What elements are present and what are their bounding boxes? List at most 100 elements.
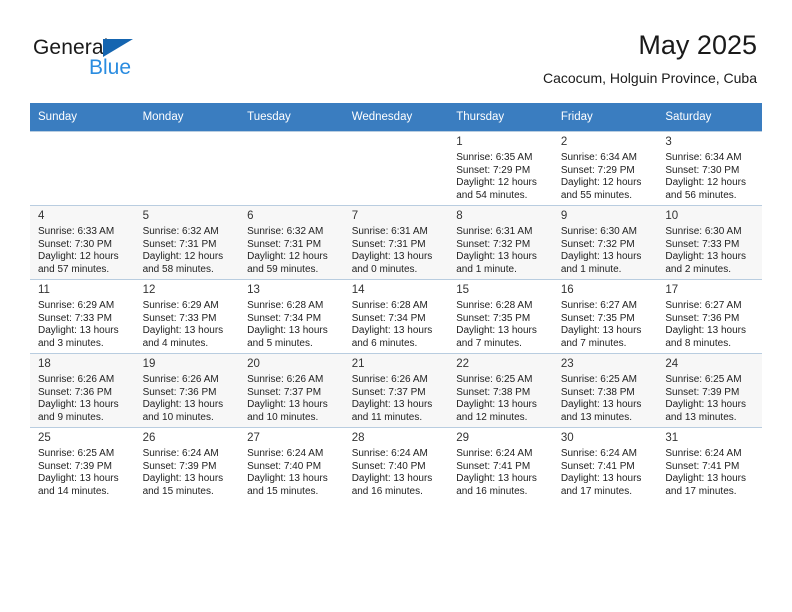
general-blue-logo[interactable]: General Blue (33, 36, 213, 92)
day-number: 9 (560, 210, 568, 222)
day-number: 28 (351, 432, 365, 444)
calendar-day-empty (134, 131, 240, 205)
calendar-cell: 1 Sunrise: 6:35 AM Sunset: 7:29 PM Daylig… (448, 131, 553, 205)
page-subtitle: Cacocum, Holguin Province, Cuba (543, 70, 757, 86)
calendar-day-empty (239, 131, 344, 205)
calendar-cell: 14 Sunrise: 6:28 AM Sunset: 7:34 PM Dayli… (343, 279, 449, 353)
calendar-day[interactable]: 23 Sunrise: 6:25 AM Sunset: 7:38 PM Dayli… (552, 353, 658, 427)
calendar-day[interactable]: 9 Sunrise: 6:30 AM Sunset: 7:32 PM Daylig… (552, 205, 658, 279)
calendar-cell: 20 Sunrise: 6:26 AM Sunset: 7:37 PM Dayli… (239, 353, 344, 427)
day-sun-info: Sunrise: 6:31 AM Sunset: 7:31 PM Dayligh… (351, 226, 433, 275)
day-sun-info: Sunrise: 6:28 AM Sunset: 7:34 PM Dayligh… (247, 300, 328, 349)
calendar-cell: 29 Sunrise: 6:24 AM Sunset: 7:41 PM Dayli… (448, 427, 553, 501)
calendar-day[interactable]: 27 Sunrise: 6:24 AM Sunset: 7:40 PM Dayli… (239, 427, 344, 501)
day-sun-info: Sunrise: 6:28 AM Sunset: 7:35 PM Dayligh… (456, 300, 537, 349)
calendar-day[interactable]: 5 Sunrise: 6:32 AM Sunset: 7:31 PM Daylig… (134, 205, 240, 279)
calendar-cell (134, 131, 240, 205)
calendar-day[interactable]: 4 Sunrise: 6:33 AM Sunset: 7:30 PM Daylig… (30, 205, 135, 279)
day-sun-info: Sunrise: 6:32 AM Sunset: 7:31 PM Dayligh… (142, 226, 224, 275)
calendar-day[interactable]: 24 Sunrise: 6:25 AM Sunset: 7:39 PM Dayli… (657, 353, 762, 427)
calendar-day[interactable]: 6 Sunrise: 6:32 AM Sunset: 7:31 PM Daylig… (239, 205, 344, 279)
calendar-day[interactable]: 1 Sunrise: 6:35 AM Sunset: 7:29 PM Daylig… (448, 131, 553, 205)
calendar-day[interactable]: 11 Sunrise: 6:29 AM Sunset: 7:33 PM Dayli… (30, 279, 135, 353)
calendar-day[interactable]: 10 Sunrise: 6:30 AM Sunset: 7:33 PM Dayli… (657, 205, 762, 279)
day-sun-info: Sunrise: 6:32 AM Sunset: 7:31 PM Dayligh… (247, 226, 328, 275)
calendar-week-row: 18 Sunrise: 6:26 AM Sunset: 7:36 PM Dayli… (30, 353, 762, 427)
day-sun-info: Sunrise: 6:27 AM Sunset: 7:36 PM Dayligh… (665, 300, 746, 349)
calendar-day[interactable]: 22 Sunrise: 6:25 AM Sunset: 7:38 PM Dayli… (448, 353, 553, 427)
calendar-day[interactable]: 31 Sunrise: 6:24 AM Sunset: 7:41 PM Dayli… (657, 427, 762, 501)
calendar-cell: 23 Sunrise: 6:25 AM Sunset: 7:38 PM Dayli… (552, 353, 658, 427)
day-number: 10 (665, 210, 679, 222)
day-number: 8 (456, 210, 463, 222)
calendar-cell: 27 Sunrise: 6:24 AM Sunset: 7:40 PM Dayli… (239, 427, 344, 501)
calendar-day[interactable]: 15 Sunrise: 6:28 AM Sunset: 7:35 PM Dayli… (448, 279, 553, 353)
day-number: 14 (351, 284, 365, 296)
day-number: 4 (38, 210, 45, 222)
day-number: 7 (351, 210, 359, 222)
calendar-week-row: 25 Sunrise: 6:25 AM Sunset: 7:39 PM Dayli… (30, 427, 762, 501)
day-number: 1 (456, 136, 463, 148)
weekday-header-tuesday: Tuesday (239, 103, 344, 131)
calendar-day-empty (30, 131, 135, 205)
day-number: 25 (38, 432, 51, 444)
calendar-day[interactable]: 17 Sunrise: 6:27 AM Sunset: 7:36 PM Dayli… (657, 279, 762, 353)
calendar-cell: 12 Sunrise: 6:29 AM Sunset: 7:33 PM Dayli… (134, 279, 240, 353)
calendar-cell: 26 Sunrise: 6:24 AM Sunset: 7:39 PM Dayli… (134, 427, 240, 501)
calendar-cell: 31 Sunrise: 6:24 AM Sunset: 7:41 PM Dayli… (657, 427, 762, 501)
logo-triangle-icon (103, 39, 133, 57)
calendar-day[interactable]: 8 Sunrise: 6:31 AM Sunset: 7:32 PM Daylig… (448, 205, 553, 279)
weekday-header-thursday: Thursday (448, 103, 553, 131)
day-number: 29 (456, 432, 470, 444)
calendar-day[interactable]: 26 Sunrise: 6:24 AM Sunset: 7:39 PM Dayli… (134, 427, 240, 501)
day-sun-info: Sunrise: 6:34 AM Sunset: 7:29 PM Dayligh… (560, 152, 642, 201)
calendar-day[interactable]: 30 Sunrise: 6:24 AM Sunset: 7:41 PM Dayli… (552, 427, 658, 501)
calendar-cell: 18 Sunrise: 6:26 AM Sunset: 7:36 PM Dayli… (30, 353, 135, 427)
day-number: 22 (456, 358, 470, 370)
weekday-header-sunday: Sunday (30, 103, 135, 131)
day-sun-info: Sunrise: 6:24 AM Sunset: 7:41 PM Dayligh… (665, 448, 746, 497)
calendar-cell: 10 Sunrise: 6:30 AM Sunset: 7:33 PM Dayli… (657, 205, 762, 279)
page-title: May 2025 (638, 30, 757, 60)
day-number: 3 (665, 136, 672, 148)
calendar-day[interactable]: 18 Sunrise: 6:26 AM Sunset: 7:36 PM Dayli… (30, 353, 135, 427)
day-sun-info: Sunrise: 6:28 AM Sunset: 7:34 PM Dayligh… (351, 300, 433, 349)
calendar-cell (239, 131, 344, 205)
calendar-day-empty (343, 131, 449, 205)
calendar-cell: 15 Sunrise: 6:28 AM Sunset: 7:35 PM Dayli… (448, 279, 553, 353)
calendar-day[interactable]: 19 Sunrise: 6:26 AM Sunset: 7:36 PM Dayli… (134, 353, 240, 427)
calendar-cell: 4 Sunrise: 6:33 AM Sunset: 7:30 PM Daylig… (30, 205, 135, 279)
calendar-day[interactable]: 16 Sunrise: 6:27 AM Sunset: 7:35 PM Dayli… (552, 279, 658, 353)
day-number: 6 (247, 210, 254, 222)
calendar-day[interactable]: 20 Sunrise: 6:26 AM Sunset: 7:37 PM Dayli… (239, 353, 344, 427)
calendar-day[interactable]: 13 Sunrise: 6:28 AM Sunset: 7:34 PM Dayli… (239, 279, 344, 353)
calendar-week-row: 11 Sunrise: 6:29 AM Sunset: 7:33 PM Dayli… (30, 279, 762, 353)
calendar-cell: 25 Sunrise: 6:25 AM Sunset: 7:39 PM Dayli… (30, 427, 135, 501)
calendar-day[interactable]: 25 Sunrise: 6:25 AM Sunset: 7:39 PM Dayli… (30, 427, 135, 501)
calendar-day[interactable]: 14 Sunrise: 6:28 AM Sunset: 7:34 PM Dayli… (343, 279, 449, 353)
calendar-cell: 8 Sunrise: 6:31 AM Sunset: 7:32 PM Daylig… (448, 205, 553, 279)
day-sun-info: Sunrise: 6:29 AM Sunset: 7:33 PM Dayligh… (38, 300, 119, 349)
calendar-cell: 5 Sunrise: 6:32 AM Sunset: 7:31 PM Daylig… (134, 205, 240, 279)
day-number: 30 (560, 432, 574, 444)
day-number: 15 (456, 284, 470, 296)
calendar-day[interactable]: 28 Sunrise: 6:24 AM Sunset: 7:40 PM Dayli… (343, 427, 449, 501)
calendar-day[interactable]: 2 Sunrise: 6:34 AM Sunset: 7:29 PM Daylig… (552, 131, 658, 205)
calendar-cell: 28 Sunrise: 6:24 AM Sunset: 7:40 PM Dayli… (343, 427, 449, 501)
calendar-day[interactable]: 12 Sunrise: 6:29 AM Sunset: 7:33 PM Dayli… (134, 279, 240, 353)
day-number: 26 (142, 432, 156, 444)
day-sun-info: Sunrise: 6:24 AM Sunset: 7:40 PM Dayligh… (351, 448, 433, 497)
calendar-day[interactable]: 21 Sunrise: 6:26 AM Sunset: 7:37 PM Dayli… (343, 353, 449, 427)
day-number: 16 (560, 284, 574, 296)
calendar-day[interactable]: 29 Sunrise: 6:24 AM Sunset: 7:41 PM Dayli… (448, 427, 553, 501)
calendar-day[interactable]: 3 Sunrise: 6:34 AM Sunset: 7:30 PM Daylig… (657, 131, 762, 205)
weekday-header-monday: Monday (134, 103, 240, 131)
calendar-day[interactable]: 7 Sunrise: 6:31 AM Sunset: 7:31 PM Daylig… (343, 205, 449, 279)
day-number: 13 (247, 284, 260, 296)
day-sun-info: Sunrise: 6:30 AM Sunset: 7:32 PM Dayligh… (560, 226, 642, 275)
calendar-cell: 21 Sunrise: 6:26 AM Sunset: 7:37 PM Dayli… (343, 353, 449, 427)
day-sun-info: Sunrise: 6:24 AM Sunset: 7:40 PM Dayligh… (247, 448, 328, 497)
day-sun-info: Sunrise: 6:33 AM Sunset: 7:30 PM Dayligh… (38, 226, 119, 275)
calendar-cell: 13 Sunrise: 6:28 AM Sunset: 7:34 PM Dayli… (239, 279, 344, 353)
calendar-cell: 2 Sunrise: 6:34 AM Sunset: 7:29 PM Daylig… (552, 131, 658, 205)
